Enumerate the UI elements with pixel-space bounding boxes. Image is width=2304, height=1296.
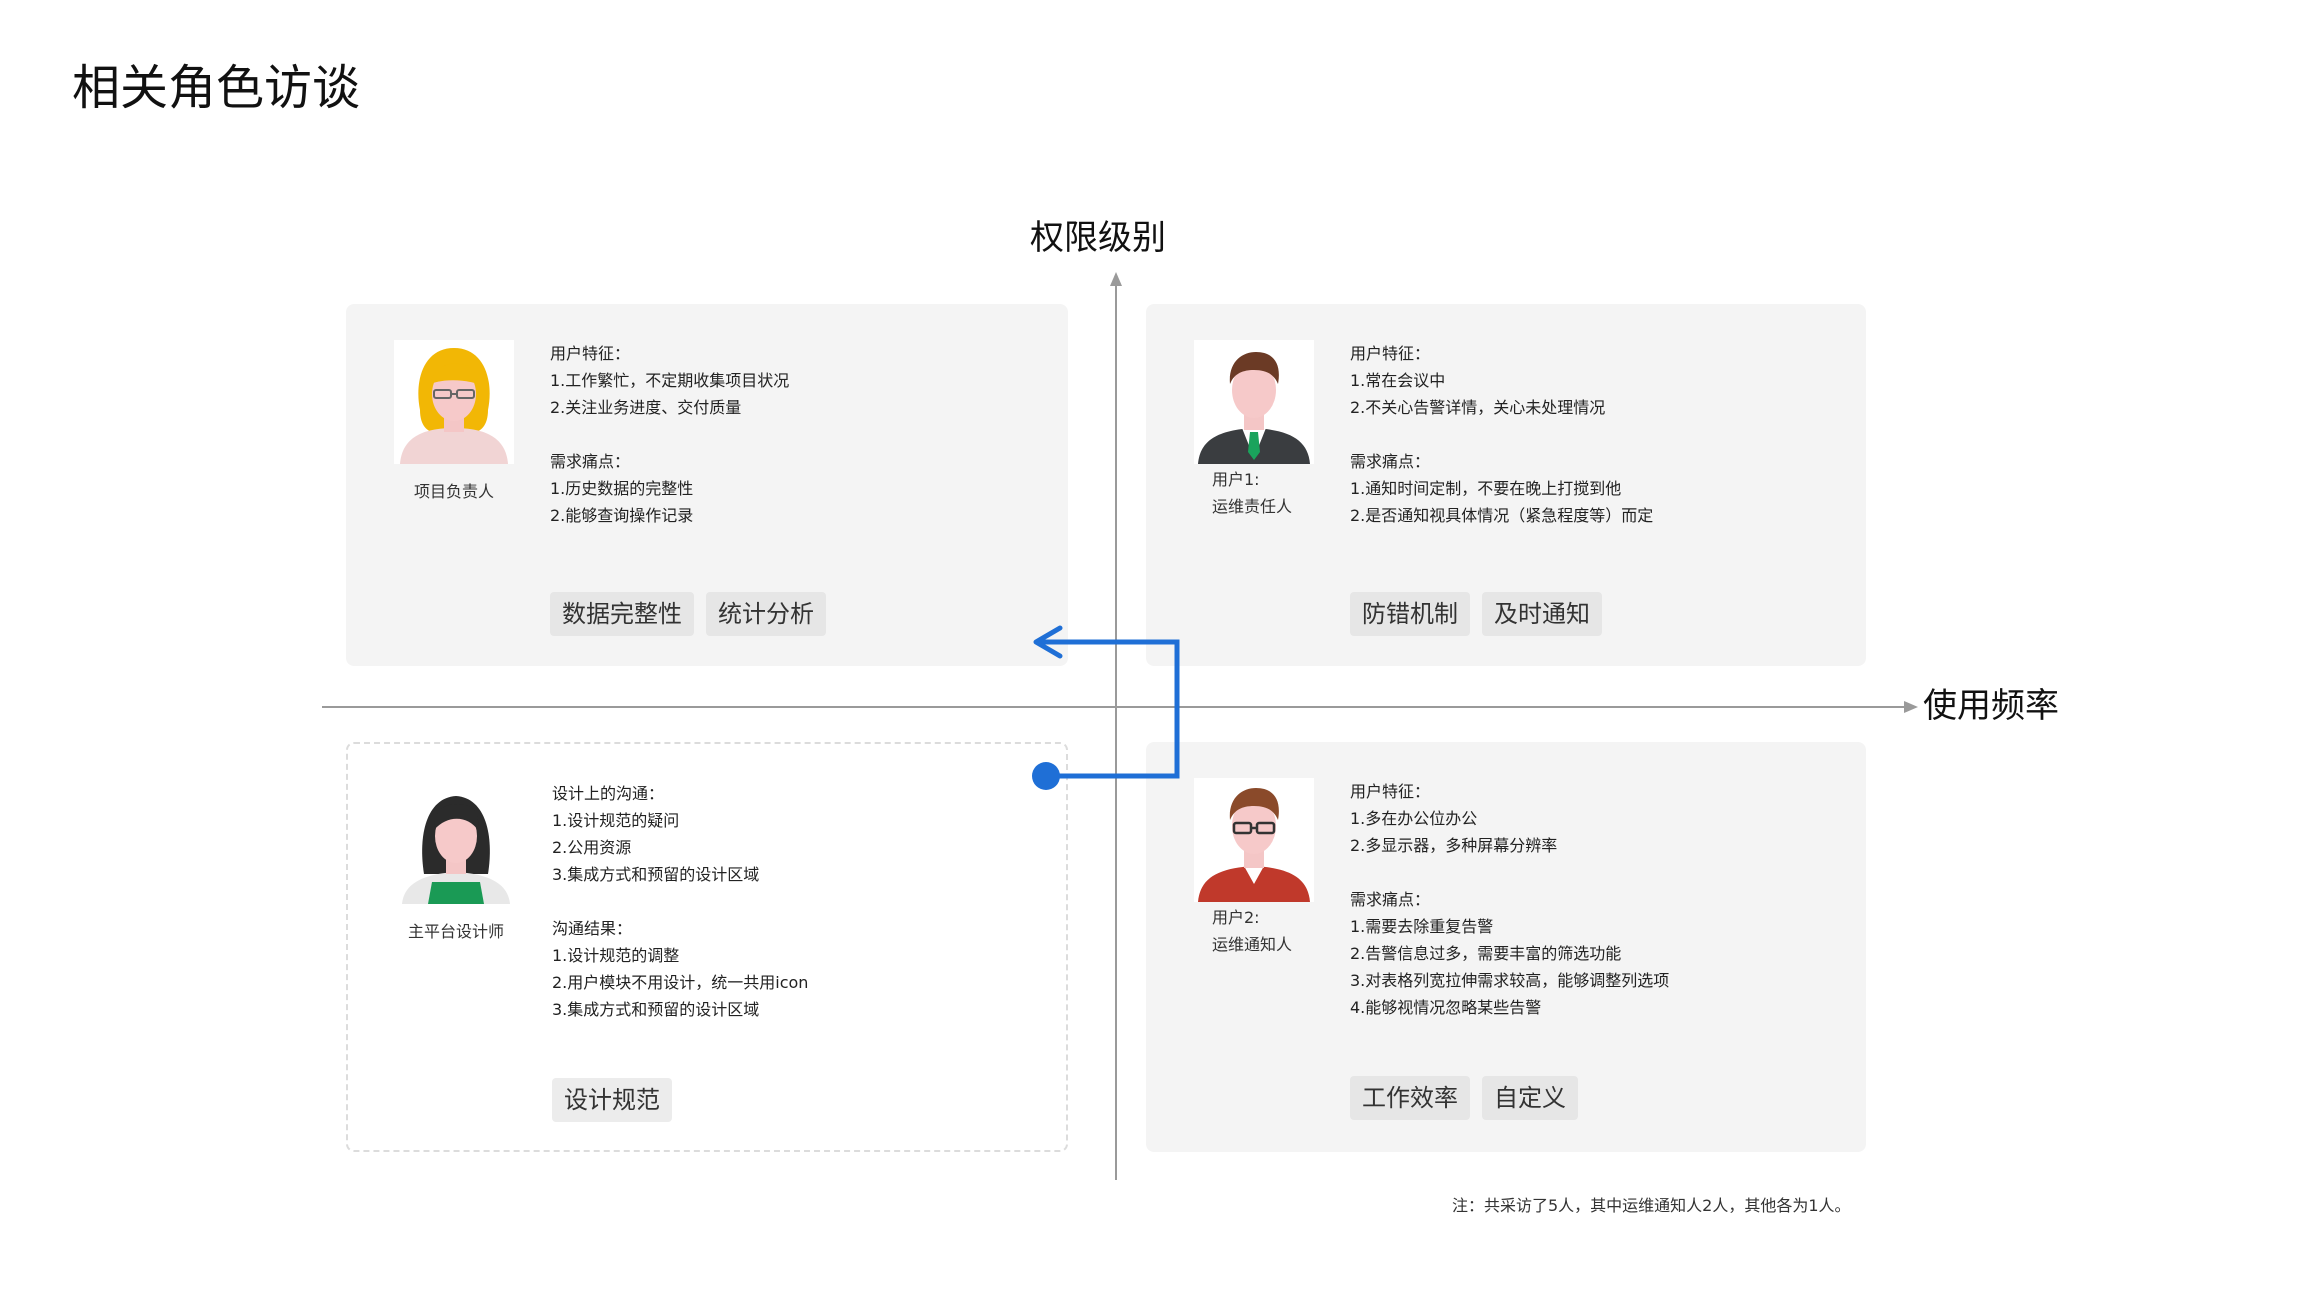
footnote: 注：共采访了5人，其中运维通知人2人，其他各为1人。 xyxy=(1452,1196,1851,1215)
flow-path xyxy=(1036,639,1180,779)
flow-connector xyxy=(1032,625,1180,790)
